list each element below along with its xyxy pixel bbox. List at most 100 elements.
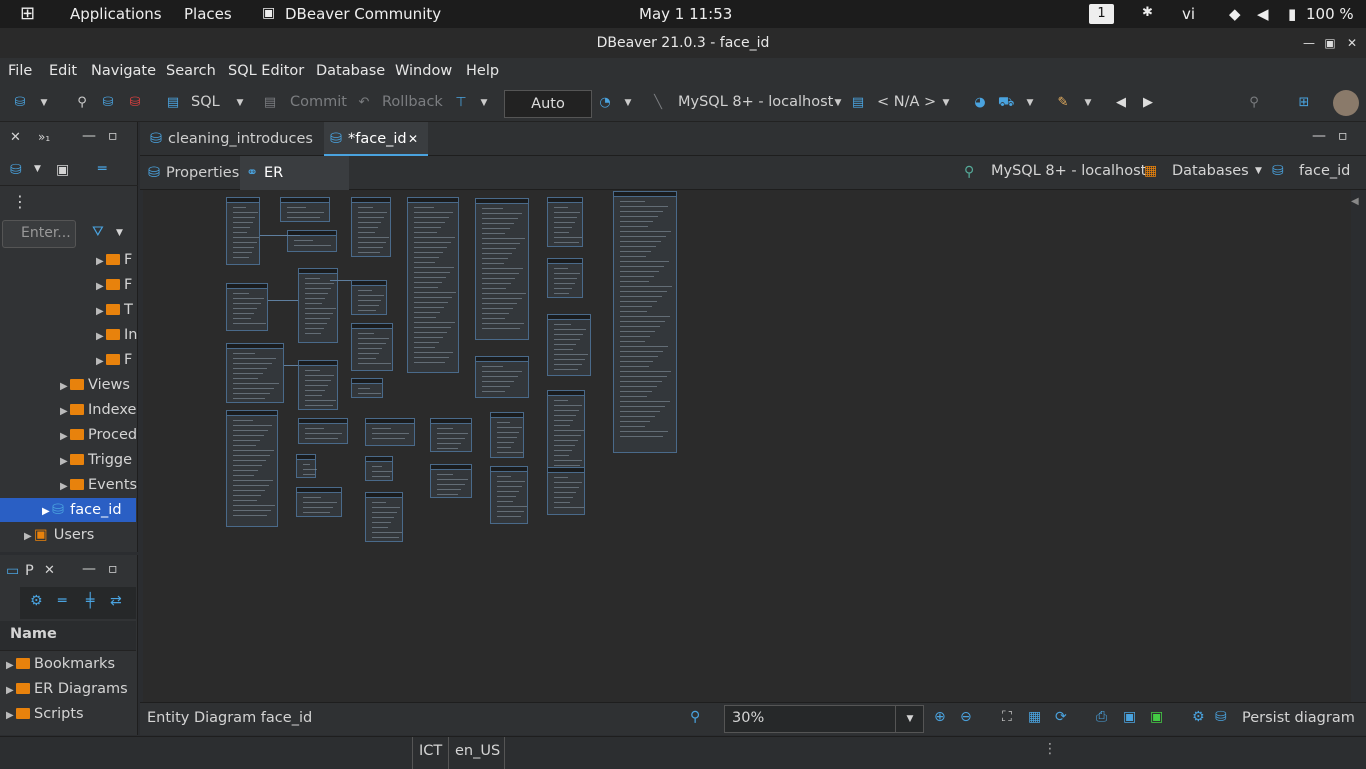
avatar[interactable]: [1333, 90, 1359, 116]
chevron-down-icon[interactable]: ▼: [1080, 95, 1096, 111]
navigator-tab-icon[interactable]: ✕: [10, 130, 21, 145]
chevron-down-icon[interactable]: ▼: [938, 95, 954, 111]
expand-icon[interactable]: ▶: [42, 500, 52, 522]
transaction-mode-button[interactable]: Auto: [504, 90, 592, 118]
expand-icon[interactable]: ▶: [6, 679, 16, 701]
er-entity-box[interactable]: [280, 197, 330, 222]
new-folder-icon[interactable]: ▣: [56, 162, 69, 178]
tab-face-id[interactable]: ⛁ *face_id ✕: [324, 122, 428, 156]
sql-editor-icon[interactable]: ▤: [165, 95, 181, 111]
maximize-panel-icon[interactable]: ▫: [108, 561, 118, 577]
er-entity-box[interactable]: [490, 412, 524, 458]
refresh-icon[interactable]: ⟳: [1055, 709, 1067, 725]
expand-icon[interactable]: ▶: [24, 525, 34, 547]
minimize-panel-icon[interactable]: —: [82, 128, 96, 144]
expand-icon[interactable]: ╪: [86, 593, 94, 609]
expand-icon[interactable]: ▶: [96, 250, 106, 272]
er-entity-box[interactable]: [365, 492, 403, 542]
er-entity-box[interactable]: [613, 191, 677, 453]
project-item-er-diagrams[interactable]: ▶ ER Diagrams: [6, 677, 128, 701]
maximize-editor-icon[interactable]: ▫: [1338, 128, 1348, 144]
expand-icon[interactable]: ▶: [96, 350, 106, 372]
chevron-down-icon[interactable]: ▼: [620, 95, 636, 111]
volume-icon[interactable]: ◀: [1257, 5, 1269, 23]
back-icon[interactable]: ◀: [1113, 95, 1129, 111]
close-tab-icon[interactable]: ✕: [408, 122, 418, 156]
chevron-down-icon[interactable]: ▼: [116, 228, 123, 238]
expand-icon[interactable]: ▶: [60, 475, 70, 497]
er-entity-box[interactable]: [298, 418, 348, 444]
er-entity-box[interactable]: [296, 487, 342, 517]
tab-properties[interactable]: ⛁ Properties: [142, 156, 240, 190]
chevron-down-icon[interactable]: ▼: [830, 95, 846, 111]
zoom-in-icon[interactable]: ⊕: [934, 709, 946, 725]
menu-sql-editor[interactable]: SQL Editor: [228, 63, 304, 79]
search-icon[interactable]: ⚲: [1246, 95, 1262, 111]
more-options-icon[interactable]: ⋮: [12, 192, 28, 211]
er-entity-box[interactable]: [547, 197, 583, 247]
er-entity-box[interactable]: [407, 197, 459, 373]
bluetooth-icon[interactable]: ✱: [1142, 5, 1153, 20]
er-entity-box[interactable]: [547, 258, 583, 298]
er-entity-box[interactable]: [365, 456, 393, 481]
clock[interactable]: May 1 11:53: [639, 5, 732, 23]
menu-file[interactable]: File: [8, 63, 32, 79]
projects-header-name[interactable]: Name: [0, 621, 136, 651]
expand-icon[interactable]: ▶: [6, 704, 16, 726]
er-entity-box[interactable]: [430, 418, 472, 452]
er-entity-box[interactable]: [351, 197, 391, 257]
export-image-icon[interactable]: ▣: [1123, 709, 1136, 725]
transaction-icon[interactable]: ⊤: [453, 95, 469, 111]
chevron-down-icon[interactable]: ▼: [476, 95, 492, 111]
database-icon[interactable]: ⛁: [1215, 709, 1227, 725]
chevron-down-icon[interactable]: ▼: [1255, 166, 1262, 176]
chevron-down-icon[interactable]: ▼: [36, 95, 52, 111]
commit-button[interactable]: Commit: [290, 94, 347, 110]
er-entity-box[interactable]: [475, 198, 529, 340]
minimize-editor-icon[interactable]: —: [1312, 128, 1326, 144]
forward-icon[interactable]: ▶: [1140, 95, 1156, 111]
tree-item[interactable]: ▶ F: [96, 273, 132, 297]
tree-item-users[interactable]: ▶ ▣ Users: [24, 523, 94, 547]
zoom-combo[interactable]: 30% ▼: [724, 705, 924, 733]
expand-icon[interactable]: ▶: [96, 325, 106, 347]
database-breadcrumb[interactable]: face_id: [1299, 163, 1350, 179]
er-entity-box[interactable]: [547, 467, 585, 515]
persist-diagram-button[interactable]: Persist diagram: [1242, 710, 1355, 726]
er-entity-box[interactable]: [547, 314, 591, 376]
tree-item[interactable]: ▶ T: [96, 298, 133, 322]
er-entity-box[interactable]: [490, 466, 528, 524]
tree-item[interactable]: ▶ F: [96, 248, 132, 272]
print-icon[interactable]: ⎙: [1096, 709, 1107, 725]
keyboard-layout[interactable]: vi: [1182, 5, 1195, 23]
er-entity-box[interactable]: [351, 323, 393, 371]
er-entity-box[interactable]: [351, 378, 383, 398]
expand-icon[interactable]: ▶: [96, 275, 106, 297]
menu-navigate[interactable]: Navigate: [91, 63, 156, 79]
er-entity-box[interactable]: [351, 280, 387, 315]
menu-help[interactable]: Help: [466, 63, 499, 79]
collapse-icon[interactable]: ═: [58, 593, 66, 609]
tree-item-procedures[interactable]: ▶ Proced: [60, 423, 137, 447]
collapse-palette-icon[interactable]: ◀: [1351, 196, 1359, 207]
battery-icon[interactable]: ▮: [1288, 5, 1296, 23]
connect-icon[interactable]: ⚲: [74, 95, 90, 111]
settings-icon[interactable]: ⚙: [1192, 709, 1205, 725]
er-entity-box[interactable]: [298, 360, 338, 410]
collapse-all-icon[interactable]: ═: [98, 161, 106, 177]
dashboard-icon[interactable]: ◕: [972, 95, 988, 111]
new-connection-icon[interactable]: ⛁: [12, 95, 28, 111]
er-entity-box[interactable]: [226, 283, 268, 331]
er-entity-box[interactable]: [226, 197, 260, 265]
chevron-down-icon[interactable]: ▼: [895, 706, 924, 732]
er-entity-box[interactable]: [475, 356, 529, 398]
menu-search[interactable]: Search: [166, 63, 216, 79]
menu-edit[interactable]: Edit: [49, 63, 77, 79]
er-entity-box[interactable]: [430, 464, 472, 498]
tree-item-views[interactable]: ▶ Views: [60, 373, 130, 397]
minimize-icon[interactable]: —: [1298, 28, 1320, 58]
tree-item[interactable]: ▶ In: [96, 323, 137, 347]
sql-button[interactable]: SQL: [191, 94, 220, 110]
maximize-panel-icon[interactable]: ▫: [108, 128, 118, 144]
er-entity-box[interactable]: [226, 343, 284, 403]
